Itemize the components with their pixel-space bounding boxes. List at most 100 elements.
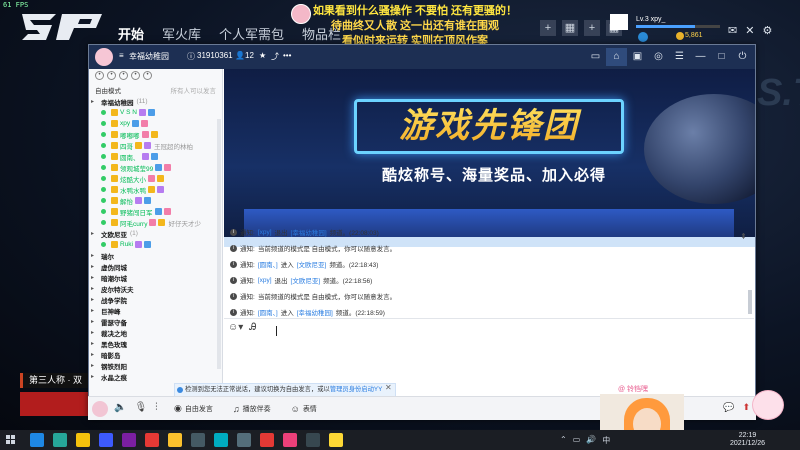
user-row[interactable]: 解怡 [91,195,222,206]
app-icon[interactable] [191,433,205,447]
share-icon[interactable]: ⤴ [271,51,279,62]
user-icon[interactable]: • [95,71,104,80]
channel-row[interactable]: ▸ 水晶之痕 [91,371,222,382]
message-nick[interactable]: [圆南、] [258,307,278,317]
user-row[interactable]: 四哥 王冠超的林柏 [91,140,222,151]
folder-icon[interactable] [76,433,90,447]
close-icon[interactable]: ✕ [385,383,392,392]
chevron-right-icon[interactable]: ▸ [91,230,99,237]
menu-icon[interactable]: ☰ [669,48,690,66]
app-icon[interactable] [237,433,251,447]
emoji-icon[interactable]: ☺▾ [228,322,243,333]
user-row[interactable]: 阿毛curry 好仔天才少 [91,217,222,228]
maximize-icon[interactable]: □ [711,48,732,66]
ime-indicator[interactable]: 中 [602,435,610,446]
app-icon[interactable] [145,433,159,447]
user-row[interactable]: 炫酷大小 [91,173,222,184]
user-row[interactable]: 领观城莹99 [91,162,222,173]
chevron-right-icon[interactable]: ▸ [91,263,99,270]
plus-icon[interactable]: + [584,20,600,36]
chevron-right-icon[interactable]: ▸ [91,351,99,358]
channel-row[interactable]: ▸ 黑色玫瑰 [91,338,222,349]
plus-icon[interactable]: + [540,20,556,36]
user-row[interactable]: 嘟嘟嘟 [91,129,222,140]
nav-arsenal[interactable]: 军火库 [162,24,201,43]
screen-share-icon[interactable]: ▭ [585,48,606,66]
channel-row[interactable]: ▸ 裁决之地 [91,327,222,338]
star-icon[interactable]: ★ [259,51,266,60]
chevron-right-icon[interactable]: ▸ [91,296,99,303]
app-icon[interactable] [283,433,297,447]
channel-row[interactable]: ▸ 瑞尔 [91,250,222,261]
more-icon[interactable]: ••• [283,51,291,60]
chevron-right-icon[interactable]: ▸ [91,329,99,336]
comment-icon[interactable]: 💬 [723,402,734,413]
emoji-button[interactable]: ☺ 表情 [291,403,317,414]
network-icon[interactable]: ▭ [573,435,581,446]
avatar[interactable] [610,14,628,30]
user-row[interactable]: 野猪闯日军 [91,206,222,217]
equalizer-icon[interactable]: ⫶ [155,402,158,413]
clock[interactable]: 22:19 2021/12/26 [730,432,765,448]
message-channel[interactable]: [幸福幼稚园] [291,227,327,237]
mail-icon[interactable]: ✉ [728,24,737,37]
message-nick[interactable]: [xpy] [258,277,272,284]
channel-row[interactable]: ▸ 巨神峰 [91,305,222,316]
chevron-right-icon[interactable]: ▸ [91,98,99,105]
group-icon[interactable]: • [107,71,116,80]
speaker-icon[interactable]: 🔈 [114,402,126,413]
font-icon[interactable]: Ꭿ [249,322,256,333]
app-icon[interactable] [329,433,343,447]
chevron-right-icon[interactable]: ▸ [91,307,99,314]
channel-row[interactable]: ▸ 文欧尼亚 (1) [91,228,222,239]
user-row[interactable]: Ruki [91,239,222,250]
free-speech-button[interactable]: ◉ 自由发言 [174,403,213,414]
channel-row[interactable]: ▸ 皮尔特沃夫 [91,283,222,294]
app-icon[interactable] [122,433,136,447]
app-icon[interactable] [168,433,182,447]
start-button[interactable] [6,435,16,445]
play-music-button[interactable]: ♫ 播放伴奏 [233,403,271,414]
grid-icon[interactable]: ▦ [562,20,578,36]
channel-row[interactable]: ▸ 暗影岛 [91,349,222,360]
minimize-icon[interactable]: — [690,48,711,66]
message-channel[interactable]: [幸福幼稚园] [297,307,333,317]
browser-icon[interactable] [30,433,44,447]
channel-banner[interactable]: 游戏先锋团 酷炫称号、海量奖品、加入必得 [224,69,755,247]
close-icon[interactable]: ✕ [745,24,754,37]
gear-icon[interactable]: ⚙ [762,24,772,37]
volume-icon[interactable]: 🔊 [586,435,596,446]
list-icon[interactable]: • [143,71,152,80]
app-icon[interactable] [306,433,320,447]
app-icon[interactable] [260,433,274,447]
nav-start[interactable]: 开始 [118,24,144,43]
chevron-up-icon[interactable]: ⌃ [560,435,567,446]
message-channel[interactable]: [文欧尼亚] [297,259,327,269]
admin-launch-link[interactable]: 管理员身份启动YY [330,386,382,393]
chevron-right-icon[interactable]: ▸ [91,362,99,369]
app-icon[interactable] [99,433,113,447]
channel-row[interactable]: ▸ 暗潮尔城 [91,272,222,283]
time-icon[interactable]: • [131,71,140,80]
chevron-right-icon[interactable]: ▸ [91,274,99,281]
chevron-right-icon[interactable]: ▸ [91,373,99,380]
message-nick[interactable]: [xpy] [258,229,272,236]
channel-row[interactable]: ▸ 钢铁烈阳 [91,360,222,371]
message-scrollbar[interactable] [748,290,752,314]
gamepad-icon[interactable]: ◎ [648,48,669,66]
user-row[interactable]: V S N [91,107,222,118]
chevron-right-icon[interactable]: ▸ [91,252,99,259]
user-row[interactable]: xpy [91,118,222,129]
chevron-right-icon[interactable]: ▸ [91,318,99,325]
channel-row[interactable]: ▸ 雷瑟守备 [91,316,222,327]
channel-logo-small[interactable] [92,401,108,417]
app-icon[interactable] [53,433,67,447]
channel-row[interactable]: ▸ 幸福幼稚园 (11) [91,96,222,107]
mic-icon[interactable]: 🎙 [134,402,147,413]
user-row[interactable]: 圆南、 [91,151,222,162]
user-row[interactable]: 水鸭水鸭 [91,184,222,195]
speech-mode-select[interactable]: 自由模式 [95,85,121,95]
chevron-right-icon[interactable]: ▸ [91,340,99,347]
app-icon[interactable] [214,433,228,447]
channel-name[interactable]: 幸福幼稚园 [129,51,169,62]
